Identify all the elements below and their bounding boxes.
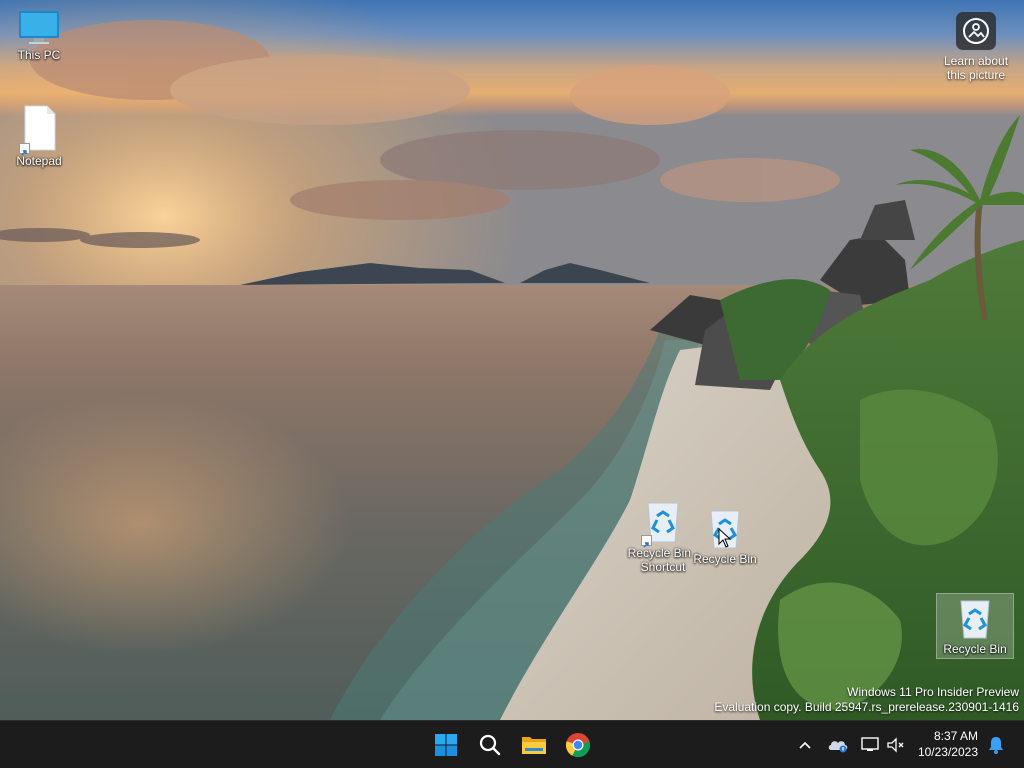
start-button[interactable]: [428, 727, 464, 763]
bell-icon: [989, 737, 1003, 754]
chrome-button[interactable]: [560, 727, 596, 763]
onedrive-icon: [828, 741, 848, 753]
onedrive-tray-button[interactable]: [822, 727, 854, 763]
desktop-icon-label: This PC: [17, 48, 61, 62]
learn-about-picture[interactable]: Learn about this picture: [936, 12, 1016, 82]
chrome-icon: [565, 733, 591, 758]
file-explorer-icon: [522, 737, 546, 754]
notifications-button[interactable]: [984, 727, 1008, 763]
clock[interactable]: 8:37 AM 10/23/2023: [918, 728, 978, 760]
file-explorer-button[interactable]: [516, 727, 552, 763]
camera-info-icon[interactable]: [956, 12, 996, 50]
network-icon: [861, 737, 879, 751]
shortcut-arrow-icon: [19, 143, 30, 156]
desktop[interactable]: This PC Notepad Recycle Bin - Shortcut R…: [0, 0, 1024, 720]
desktop-icon-recycle-bin-selected[interactable]: Recycle Bin: [936, 593, 1014, 659]
show-hidden-icons-button[interactable]: [788, 727, 822, 763]
watermark-line-1: Windows 11 Pro Insider Preview: [847, 685, 1019, 699]
mouse-cursor-icon: [718, 528, 732, 548]
shortcut-arrow-icon: [641, 535, 652, 548]
recycle-bin-icon: [957, 598, 993, 640]
taskbar: 8:37 AM 10/23/2023: [0, 720, 1024, 768]
chevron-up-icon: [799, 741, 811, 749]
clock-date: 10/23/2023: [917, 745, 978, 759]
search-button[interactable]: [472, 727, 508, 763]
windows-start-icon: [435, 734, 457, 756]
network-tray-button[interactable]: [856, 727, 884, 763]
monitor-icon: [17, 8, 61, 46]
notepad-icon: [19, 104, 57, 156]
search-icon: [479, 734, 501, 756]
volume-muted-icon: [887, 737, 904, 753]
wallpaper: [0, 0, 1024, 720]
volume-tray-button[interactable]: [884, 727, 908, 763]
desktop-icon-label: Recycle Bin: [693, 552, 757, 566]
watermark-line-2: Evaluation copy. Build 25947.rs_prerelea…: [714, 700, 1019, 714]
desktop-icon-label: Recycle Bin: [943, 642, 1007, 656]
desktop-icon-this-pc[interactable]: This PC: [0, 8, 78, 62]
desktop-icon-label: Notepad: [16, 154, 62, 168]
learn-line-1: Learn about: [943, 54, 1009, 68]
desktop-icon-notepad[interactable]: Notepad: [0, 104, 78, 168]
recycle-bin-icon: [641, 500, 683, 548]
clock-time: 8:37 AM: [933, 729, 978, 743]
learn-line-2: this picture: [946, 68, 1006, 82]
